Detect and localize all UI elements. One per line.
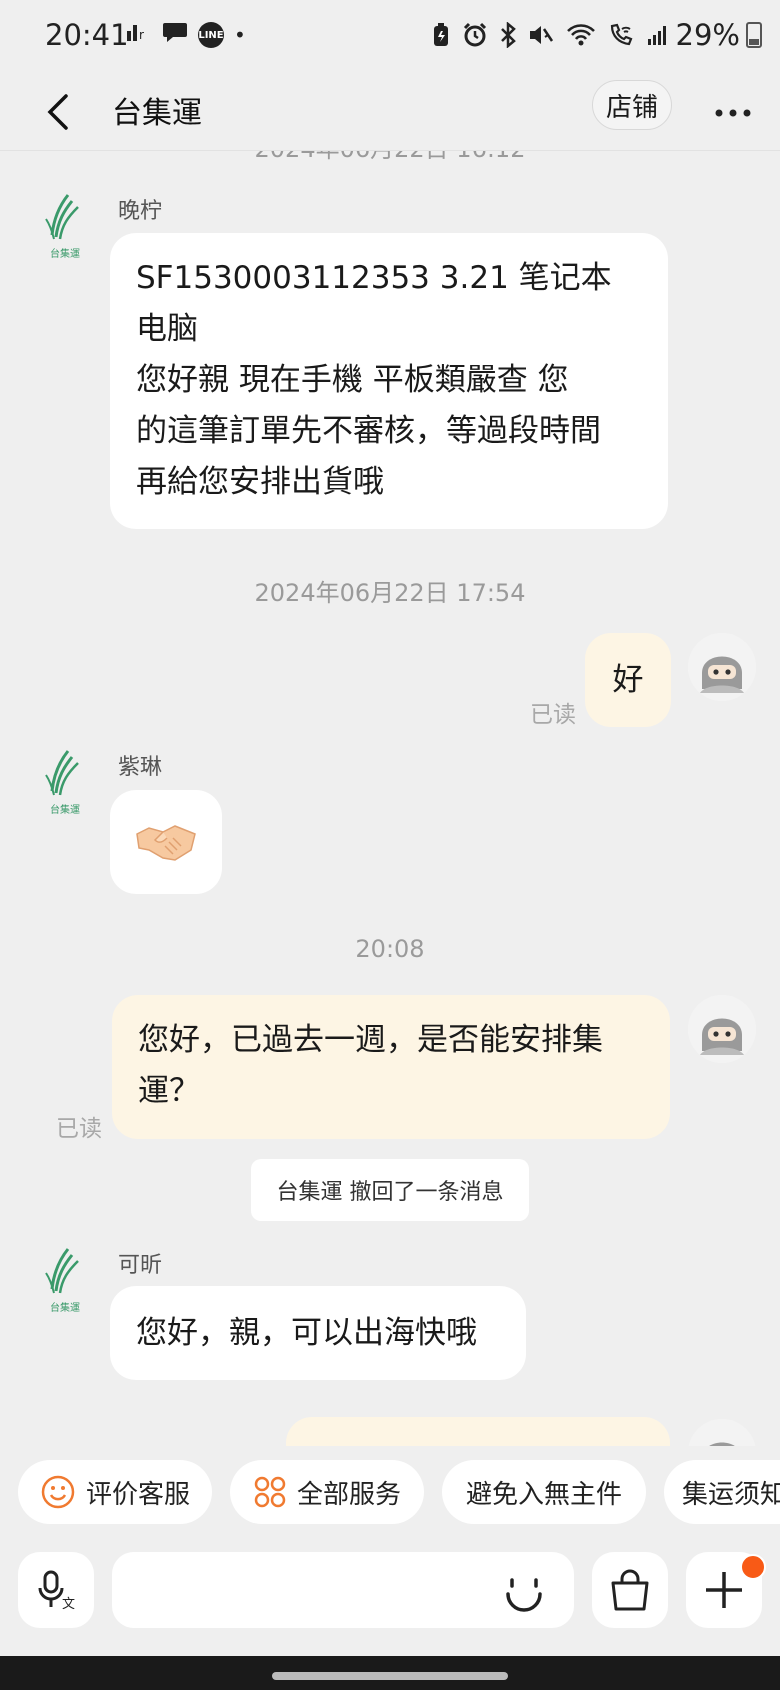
message-bubble[interactable]: 好 bbox=[585, 633, 671, 727]
svg-text:台集運: 台集運 bbox=[50, 247, 80, 260]
more-options-button[interactable] bbox=[714, 92, 754, 127]
status-bar: 20:41 r LINE • 29% bbox=[0, 0, 780, 78]
svg-text:r: r bbox=[139, 28, 144, 42]
ninja-avatar-icon bbox=[688, 995, 756, 1063]
chat-area[interactable]: 2024年06月22日 16:12 台集運 晚柠 SF1530003112353… bbox=[0, 151, 780, 1446]
sender-name: 紫琳 bbox=[118, 755, 163, 780]
battery-percent: 29% bbox=[675, 18, 740, 52]
message-line: 您好，已過去一週，是否能安排集 bbox=[138, 1022, 603, 1058]
recall-notice: 台集運 撤回了一条消息 bbox=[251, 1159, 529, 1221]
battery-saver-icon bbox=[432, 22, 450, 54]
message-line: 您好親 現在手機 平板類嚴查 您 bbox=[136, 362, 569, 398]
bluetooth-icon bbox=[500, 21, 516, 54]
voice-translate-icon: 文 bbox=[38, 1570, 75, 1612]
chat-header: 台集運 店铺 bbox=[0, 78, 780, 151]
wifi-icon bbox=[566, 23, 596, 53]
wifi-call-icon bbox=[608, 23, 634, 53]
shipping-notice-chip[interactable]: 集运须知 bbox=[664, 1460, 780, 1524]
chip-label: 评价客服 bbox=[85, 1479, 190, 1510]
grid-icon bbox=[254, 1476, 286, 1508]
message-text: 您好，親，可以出海快哦 bbox=[136, 1314, 477, 1351]
avoid-unclaimed-chip[interactable]: 避免入無主件 bbox=[442, 1460, 646, 1524]
shopping-bag-icon bbox=[611, 1569, 649, 1611]
message-text: 好 bbox=[612, 661, 644, 698]
sender-name: 可昕 bbox=[118, 1253, 163, 1278]
user-avatar[interactable] bbox=[688, 995, 756, 1063]
system-nav-bar bbox=[0, 1656, 780, 1690]
smile-icon bbox=[506, 1578, 542, 1612]
input-bar: 文 bbox=[0, 1552, 780, 1636]
message-bubble[interactable]: 您好，已過去一週，是否能安排集 運？ bbox=[112, 995, 670, 1139]
message-bubble[interactable]: 您好，親，可以出海快哦 bbox=[110, 1286, 526, 1380]
chip-label: 避免入無主件 bbox=[465, 1479, 622, 1510]
back-button[interactable] bbox=[40, 86, 80, 140]
dot-icon: • bbox=[234, 23, 246, 47]
agent-avatar-logo: 台集運 bbox=[38, 1245, 92, 1319]
battery-icon bbox=[746, 22, 762, 48]
quick-actions-bar: 评价客服 全部服务 避免入無主件 集运须知 bbox=[0, 1460, 780, 1540]
status-time: 20:41 bbox=[45, 18, 129, 52]
signal-data-icon: r bbox=[126, 21, 152, 49]
message-line: 的這筆訂單先不審核，等過段時間 bbox=[136, 413, 601, 449]
chat-bubble-icon bbox=[162, 20, 188, 50]
rate-service-chip[interactable]: 评价客服 bbox=[18, 1460, 212, 1524]
home-gesture-handle[interactable] bbox=[272, 1672, 508, 1680]
chip-label: 全部服务 bbox=[296, 1479, 401, 1510]
timestamp-partial: 2024年06月22日 16:12 bbox=[0, 151, 780, 164]
message-line: 運？ bbox=[138, 1073, 200, 1109]
line-app-icon: LINE bbox=[198, 22, 224, 48]
message-bubble-partial[interactable] bbox=[286, 1417, 670, 1446]
svg-text:台集運: 台集運 bbox=[50, 803, 80, 816]
cell-signal-icon bbox=[646, 23, 670, 53]
plus-icon bbox=[706, 1572, 742, 1608]
mute-icon bbox=[528, 23, 554, 53]
notification-icons: r LINE • bbox=[126, 20, 246, 50]
battery-indicator: 29% bbox=[676, 18, 762, 52]
sender-name: 晚柠 bbox=[118, 199, 163, 224]
read-status: 已读 bbox=[530, 702, 576, 728]
message-line: 再給您安排出貨哦 bbox=[136, 464, 384, 500]
read-status: 已读 bbox=[56, 1116, 102, 1142]
handshake-emoji-icon bbox=[136, 825, 196, 861]
svg-text:台集運: 台集運 bbox=[50, 1301, 80, 1314]
message-line: SF1530003112353 3.21 笔记本 bbox=[136, 260, 612, 296]
chevron-left-icon bbox=[47, 94, 68, 130]
notification-dot bbox=[740, 1554, 766, 1580]
ninja-avatar-icon bbox=[688, 1419, 756, 1446]
chat-title: 台集運 bbox=[112, 96, 202, 131]
message-bubble[interactable] bbox=[110, 790, 222, 894]
timestamp: 2024年06月22日 17:54 bbox=[254, 579, 526, 607]
message-input[interactable] bbox=[112, 1552, 574, 1628]
voice-input-button[interactable]: 文 bbox=[18, 1552, 94, 1628]
message-line: 电脑 bbox=[136, 311, 198, 347]
ninja-avatar-icon bbox=[688, 633, 756, 701]
system-icons bbox=[432, 21, 670, 54]
more-dots-icon bbox=[715, 109, 751, 117]
svg-text:文: 文 bbox=[62, 1597, 75, 1612]
chip-label: 集运须知 bbox=[682, 1479, 780, 1510]
timestamp: 20:08 bbox=[355, 935, 425, 963]
alarm-icon bbox=[462, 22, 488, 54]
agent-avatar-logo: 台集運 bbox=[38, 747, 92, 821]
agent-avatar-logo: 台集運 bbox=[38, 191, 92, 265]
user-avatar-partial[interactable] bbox=[688, 1419, 756, 1446]
all-services-chip[interactable]: 全部服务 bbox=[230, 1460, 424, 1524]
smiley-icon bbox=[41, 1475, 75, 1509]
user-avatar[interactable] bbox=[688, 633, 756, 701]
shop-button[interactable]: 店铺 bbox=[592, 80, 672, 130]
emoji-button[interactable] bbox=[500, 1566, 548, 1618]
message-bubble[interactable]: SF1530003112353 3.21 笔记本 电脑 您好親 現在手機 平板類… bbox=[110, 233, 668, 529]
products-button[interactable] bbox=[592, 1552, 668, 1628]
